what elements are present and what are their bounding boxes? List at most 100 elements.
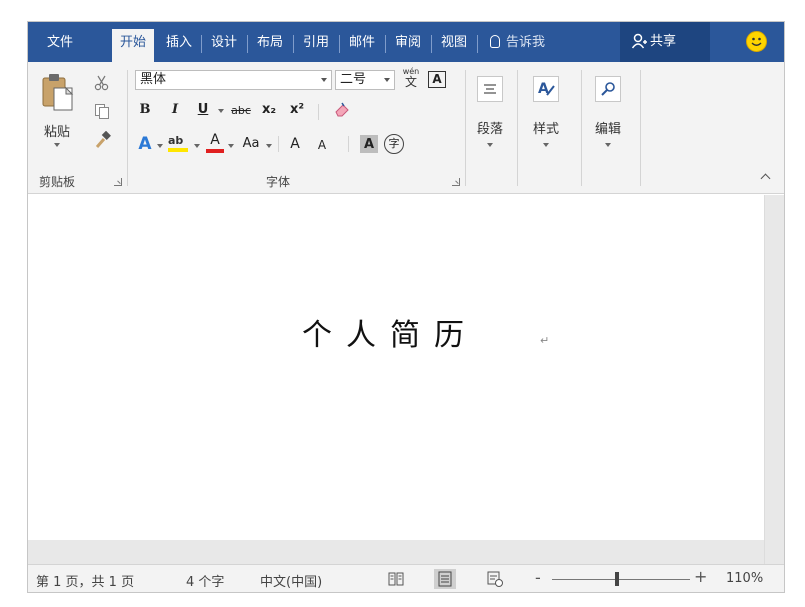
font-size-combo[interactable]: 二号 (335, 70, 395, 90)
text-effect-dropdown-icon[interactable] (157, 144, 163, 148)
word-window: 文件 开始 插入 设计 布局 引用 邮件 审阅 视图 告诉我 共享 粘贴 剪贴板… (27, 21, 785, 593)
tab-mailings[interactable]: 邮件 (343, 29, 381, 62)
tell-me-box[interactable]: 告诉我 (490, 29, 545, 57)
zoom-out-button[interactable]: - (535, 568, 541, 587)
highlight-button[interactable]: ab (168, 133, 190, 153)
character-shading-button[interactable]: A (360, 135, 378, 153)
status-bar: 第 1 页，共 1 页 4 个字 中文(中国) - + 110% (28, 564, 784, 592)
chevron-down-icon[interactable] (321, 78, 327, 82)
cut-icon[interactable] (94, 75, 110, 91)
highlight-color-bar (168, 148, 188, 152)
tab-view[interactable]: 视图 (435, 29, 473, 62)
person-icon (631, 33, 647, 49)
clipboard-launcher-icon[interactable] (114, 178, 122, 186)
paste-dropdown-icon[interactable] (54, 143, 60, 147)
font-name-combo[interactable]: 黑体 (135, 70, 332, 90)
share-label: 共享 (650, 34, 677, 49)
read-mode-icon[interactable] (385, 569, 407, 589)
tab-separator (339, 35, 340, 53)
text-effect-button[interactable]: A (136, 134, 154, 154)
styles-dropdown-icon[interactable] (543, 143, 549, 147)
font-color-button[interactable]: A (206, 132, 224, 154)
character-border-button[interactable]: A (428, 71, 446, 88)
zoom-level[interactable]: 110% (726, 571, 763, 586)
tab-separator (247, 35, 248, 53)
document-title-text[interactable]: 个人简历 (302, 310, 478, 354)
underline-dropdown-icon[interactable] (218, 109, 224, 113)
paragraph-mark: ↵ (540, 334, 550, 347)
bold-button[interactable]: B (138, 102, 152, 117)
tab-separator (201, 35, 202, 53)
page-count[interactable]: 第 1 页，共 1 页 (36, 571, 134, 590)
ribbon-tab-bar: 文件 开始 插入 设计 布局 引用 邮件 审阅 视图 告诉我 共享 (28, 22, 784, 62)
group-separator (517, 70, 518, 186)
change-case-button[interactable]: Aa (240, 136, 262, 151)
paragraph-label[interactable]: 段落 (477, 118, 503, 137)
vertical-scrollbar[interactable] (764, 195, 784, 564)
zoom-slider-track[interactable] (552, 579, 690, 580)
styles-label[interactable]: 样式 (533, 118, 559, 137)
tab-insert[interactable]: 插入 (160, 29, 198, 62)
group-separator (465, 70, 466, 186)
editing-dropdown-icon[interactable] (605, 143, 611, 147)
paragraph-icon[interactable] (477, 76, 503, 102)
font-launcher-icon[interactable] (452, 178, 460, 186)
search-icon[interactable] (595, 76, 621, 102)
print-layout-icon[interactable] (434, 569, 456, 589)
word-count[interactable]: 4 个字 (186, 571, 224, 590)
format-painter-icon[interactable] (94, 131, 112, 149)
inline-separator (278, 136, 279, 152)
styles-icon[interactable]: A (533, 76, 559, 102)
smiley-feedback-icon[interactable] (746, 31, 767, 52)
tell-me-label: 告诉我 (506, 35, 546, 50)
font-group-label: 字体 (266, 175, 291, 189)
phonetic-char: 文 (404, 75, 417, 89)
paste-label[interactable]: 粘贴 (44, 121, 70, 140)
paragraph-dropdown-icon[interactable] (487, 143, 493, 147)
chevron-down-icon[interactable] (384, 78, 390, 82)
inline-separator (318, 104, 319, 120)
tab-separator (477, 35, 478, 53)
clear-formatting-icon[interactable] (333, 102, 351, 118)
lightbulb-icon (490, 35, 500, 48)
font-color-bar (206, 149, 224, 153)
editing-label[interactable]: 编辑 (595, 118, 621, 137)
zoom-slider-thumb[interactable] (615, 572, 619, 586)
inline-separator (348, 136, 349, 152)
tab-separator (385, 35, 386, 53)
font-size-value: 二号 (340, 72, 367, 87)
strikethrough-button[interactable]: abc (228, 104, 254, 117)
phonetic-guide-button[interactable]: wén 文 (400, 67, 422, 91)
tab-references[interactable]: 引用 (297, 29, 335, 62)
subscript-button[interactable]: x₂ (258, 102, 280, 117)
web-layout-icon[interactable] (484, 569, 506, 589)
tab-home[interactable]: 开始 (112, 29, 154, 62)
enclose-characters-button[interactable]: 字 (384, 134, 404, 154)
superscript-button[interactable]: x² (286, 102, 308, 117)
change-case-dropdown-icon[interactable] (266, 144, 272, 148)
share-button[interactable]: 共享 (620, 22, 710, 62)
grow-font-button[interactable]: A (286, 136, 304, 152)
font-color-glyph: A (210, 132, 220, 148)
shrink-font-button[interactable]: A (314, 138, 330, 152)
tab-layout[interactable]: 布局 (251, 29, 289, 62)
underline-button[interactable]: U (196, 102, 210, 117)
collapse-ribbon-icon[interactable] (760, 173, 771, 184)
zoom-in-button[interactable]: + (694, 567, 707, 586)
document-canvas[interactable] (28, 195, 784, 564)
highlight-dropdown-icon[interactable] (194, 144, 200, 148)
tab-design[interactable]: 设计 (205, 29, 243, 62)
font-color-dropdown-icon[interactable] (228, 144, 234, 148)
group-separator (640, 70, 641, 186)
italic-button[interactable]: I (168, 102, 182, 117)
tab-separator (431, 35, 432, 53)
tab-file[interactable]: 文件 (40, 29, 80, 62)
group-separator (581, 70, 582, 186)
clipboard-group-label: 剪贴板 (39, 175, 76, 189)
language-indicator[interactable]: 中文(中国) (260, 571, 322, 590)
paste-icon[interactable] (40, 72, 74, 112)
highlight-glyph: ab (168, 134, 184, 147)
tab-review[interactable]: 审阅 (389, 29, 427, 62)
copy-icon[interactable] (94, 103, 110, 119)
ribbon-home: 粘贴 剪贴板 黑体 二号 wén 文 A B I U abc x₂ x² A a… (28, 62, 784, 194)
